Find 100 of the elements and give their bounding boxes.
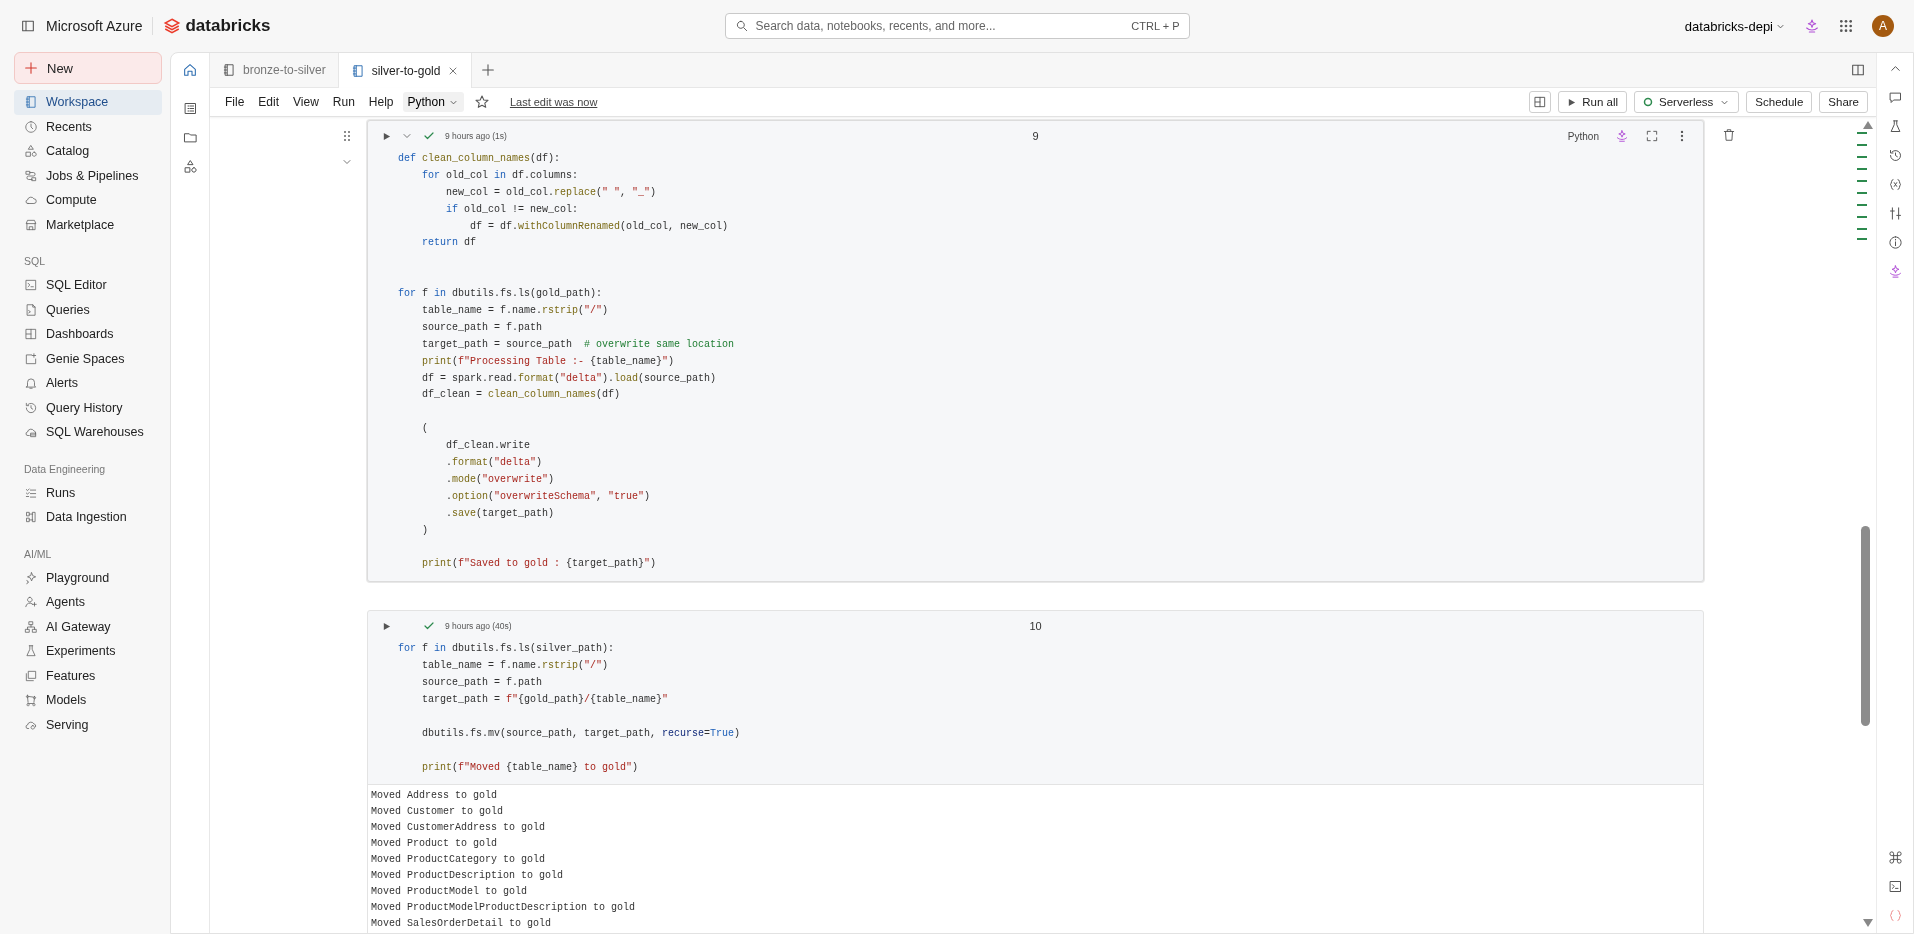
nodes-icon xyxy=(24,693,38,708)
split-view-icon[interactable] xyxy=(1850,62,1866,78)
code-line: source_path = f.path xyxy=(421,676,544,691)
workspace-selector[interactable]: databricks-depi xyxy=(1684,18,1786,34)
output-line: Moved ProductDescription to gold xyxy=(371,869,565,884)
drag-handle-icon[interactable] xyxy=(343,130,351,142)
compute-selector[interactable]: Serverless xyxy=(1634,91,1740,113)
variables-icon[interactable] xyxy=(1887,177,1903,192)
home-icon[interactable] xyxy=(182,62,198,78)
product-name: databricks xyxy=(185,16,271,36)
code-line: for f in dbutils.fs.ls(silver_path): xyxy=(398,642,616,657)
terminal-icon[interactable] xyxy=(1887,879,1903,894)
comment-icon[interactable] xyxy=(1887,90,1903,105)
notebook-icon xyxy=(24,95,38,110)
command-icon[interactable] xyxy=(1887,850,1903,865)
grid-icon xyxy=(24,327,38,342)
notebook-icon xyxy=(350,63,365,78)
sidebar-item[interactable]: Playground xyxy=(14,565,162,590)
star-icon[interactable] xyxy=(473,94,490,110)
trash-icon[interactable] xyxy=(1722,128,1736,142)
sliders-icon[interactable] xyxy=(1887,206,1903,221)
notebook-tab[interactable]: bronze-to-silver xyxy=(210,53,339,87)
menu-item[interactable]: Run xyxy=(327,93,360,111)
sidebar-item[interactable]: SQL Warehouses xyxy=(14,420,162,445)
assistant-icon[interactable] xyxy=(1887,264,1903,279)
notebook-tab[interactable]: silver-to-gold xyxy=(338,53,473,88)
language-selector[interactable]: Python xyxy=(402,92,464,112)
shapes-icon[interactable] xyxy=(182,159,198,174)
window-plus-icon xyxy=(24,351,38,366)
code-line: for f in dbutils.fs.ls(gold_path): xyxy=(398,287,604,302)
terminal-window-icon xyxy=(24,278,38,293)
menu-item[interactable]: Edit xyxy=(253,93,285,111)
schedule-button[interactable]: Schedule xyxy=(1746,91,1813,113)
output-line: Moved CustomerAddress to gold xyxy=(371,821,547,836)
sidebar-item[interactable]: SQL Editor xyxy=(14,273,162,298)
run-all-button[interactable]: Run all xyxy=(1558,91,1627,113)
new-button[interactable]: New xyxy=(14,52,162,84)
run-cell-icon[interactable] xyxy=(382,131,391,141)
code-line: ) xyxy=(421,523,429,538)
checkmark-icon xyxy=(423,130,435,142)
menu-item[interactable]: View xyxy=(288,93,324,111)
sidebar-toggle-icon[interactable] xyxy=(20,18,36,34)
assistant-icon[interactable] xyxy=(1804,18,1820,34)
sidebar-item[interactable]: Queries xyxy=(14,297,162,322)
code-line: target_path = source_path # overwrite same location xyxy=(421,337,736,352)
menu-item[interactable]: File xyxy=(220,93,250,111)
sidebar-item[interactable]: Genie Spaces xyxy=(14,346,162,371)
output-line: Moved SalesOrderDetail to gold xyxy=(371,917,553,932)
sidebar-item[interactable]: Alerts xyxy=(14,371,162,396)
sidebar-item[interactable]: Jobs & Pipelines xyxy=(14,163,162,188)
network-icon xyxy=(24,619,38,634)
user-avatar[interactable]: A xyxy=(1872,15,1894,37)
stacked-squares-icon xyxy=(24,668,38,683)
layout-button[interactable] xyxy=(1529,91,1552,113)
search-icon xyxy=(734,19,749,33)
share-button[interactable]: Share xyxy=(1819,91,1868,113)
sidebar-item[interactable]: Query History xyxy=(14,395,162,420)
table-of-contents-icon[interactable] xyxy=(182,101,198,116)
assistant-icon[interactable] xyxy=(1615,129,1629,143)
code-line: target_path = f"{gold_path}/{table_name}" xyxy=(421,692,670,707)
section-heading: Data Engineering xyxy=(23,461,107,477)
sidebar-item[interactable]: Marketplace xyxy=(14,212,162,237)
folder-icon[interactable] xyxy=(182,130,198,145)
run-cell-icon[interactable] xyxy=(382,621,391,631)
code-line: source_path = f.path xyxy=(421,320,544,335)
scroll-down-icon[interactable] xyxy=(1863,919,1873,927)
sidebar-item[interactable]: Serving xyxy=(14,712,162,737)
cell-number: 10 xyxy=(1029,620,1042,633)
history-icon xyxy=(24,400,38,415)
sidebar-item[interactable]: Workspace xyxy=(14,90,162,115)
sidebar-item[interactable]: Recents xyxy=(14,114,162,139)
sidebar-item[interactable]: Compute xyxy=(14,188,162,213)
code-line: if old_col != new_col: xyxy=(445,202,580,217)
sidebar-item[interactable]: Models xyxy=(14,688,162,713)
cell-number: 9 xyxy=(1032,130,1039,142)
sidebar-item[interactable]: Experiments xyxy=(14,639,162,664)
sidebar-item[interactable]: Catalog xyxy=(14,139,162,164)
scroll-up-icon[interactable] xyxy=(1863,121,1873,129)
flask-icon xyxy=(24,644,38,659)
cell-language: Python xyxy=(1567,130,1599,142)
code-line: df_clean = clean_column_names(df) xyxy=(421,388,622,403)
info-icon[interactable] xyxy=(1887,235,1903,250)
fullscreen-icon[interactable] xyxy=(1645,129,1659,143)
code-line: dbutils.fs.mv(source_path, target_path, recurse=True) xyxy=(421,726,742,741)
history-icon[interactable] xyxy=(1887,148,1903,163)
apps-grid-icon[interactable] xyxy=(1838,18,1854,34)
sidebar-item[interactable]: Runs xyxy=(14,480,162,505)
sidebar-item[interactable]: AI Gateway xyxy=(14,614,162,639)
last-edit-link[interactable]: Last edit was now xyxy=(509,96,598,108)
sidebar-item[interactable]: Features xyxy=(14,663,162,688)
sidebar-item[interactable]: Agents xyxy=(14,590,162,615)
run-status: 9 hours ago (40s) xyxy=(445,621,512,632)
section-heading: SQL xyxy=(23,254,46,269)
layout-icon xyxy=(1533,95,1548,109)
scrollbar-thumb[interactable] xyxy=(1860,526,1870,726)
code-line: return df xyxy=(421,236,478,251)
sidebar-item[interactable]: Dashboards xyxy=(14,322,162,347)
sidebar-item[interactable]: Data Ingestion xyxy=(14,505,162,530)
flask-icon[interactable] xyxy=(1887,119,1903,134)
menu-item[interactable]: Help xyxy=(363,93,399,111)
